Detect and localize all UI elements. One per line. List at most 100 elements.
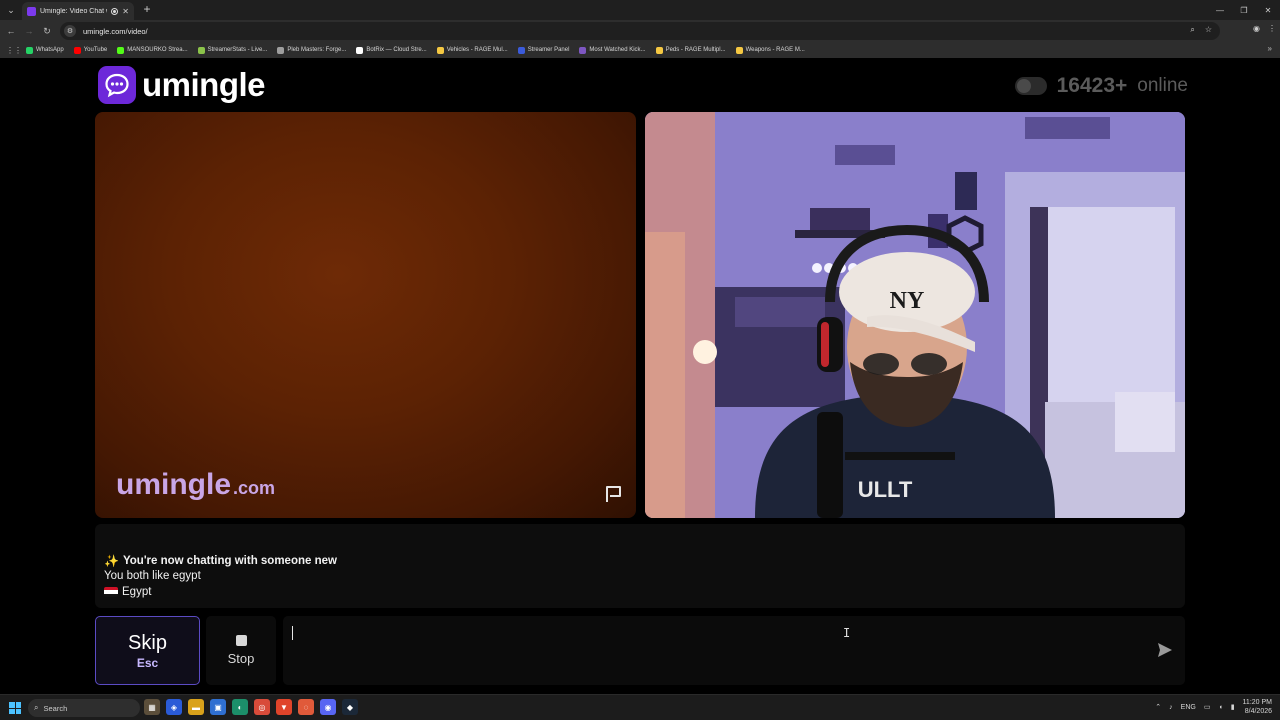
back-arrow-icon[interactable]: ← [4, 24, 18, 38]
stranger-video: umingle .com [95, 112, 636, 518]
message-input[interactable]: I [283, 616, 1185, 685]
mouse-cursor-icon: I [843, 626, 851, 640]
bookmark-label: Most Watched Kick... [589, 47, 646, 53]
bookmark-item[interactable]: WhatsApp [24, 46, 66, 54]
system-message-new-chat: ✨ You're now chatting with someone new [104, 554, 337, 568]
discord-icon[interactable]: ◉ [320, 699, 336, 715]
language-indicator[interactable]: ENG [1181, 704, 1196, 711]
theme-toggle[interactable] [1014, 77, 1047, 95]
bookmark-item[interactable]: MANSOURKO Strea... [115, 46, 189, 54]
umingle-page: umingle 16423+ online umingle .com NY UL… [0, 58, 1280, 694]
bookmark-label: MANSOURKO Strea... [127, 47, 188, 53]
send-icon[interactable] [1156, 641, 1174, 659]
tray-overflow-icon[interactable]: ⌃ [1155, 703, 1161, 711]
restore-icon[interactable]: ❐ [1232, 0, 1256, 20]
message-text: Egypt [122, 586, 152, 598]
stop-icon [235, 635, 247, 646]
bookmark-item[interactable]: BotRix — Cloud Stre... [354, 46, 428, 54]
browser-tab-umingle[interactable]: Umingle: Video Chat with S ✕ [22, 2, 134, 20]
online-indicator: 16423+ online [1014, 74, 1188, 98]
bookmark-label: Vehicles - RAGE Mul... [446, 47, 508, 53]
file-explorer-icon[interactable]: ▬ [188, 699, 204, 715]
site-info-icon[interactable]: ⚙ [64, 25, 76, 37]
microphone-icon[interactable]: ♪ [1169, 704, 1173, 711]
bookmark-label: BotRix — Cloud Stre... [366, 47, 427, 53]
webcam-scene-image: NY ULLT [645, 112, 1185, 518]
browser-tab-strip: ⌄ Umingle: Video Chat with S ✕ + — ❐ ✕ [0, 0, 1280, 20]
chat-log: ✨ You're now chatting with someone new Y… [95, 524, 1185, 608]
bookmark-favicon-icon [655, 46, 663, 54]
sparkle-icon: ✨ [104, 554, 119, 568]
tab-close-icon[interactable]: ✕ [122, 7, 129, 16]
bookmark-label: Peds - RAGE Multipl... [665, 47, 726, 53]
message-text: You both like egypt [104, 570, 201, 582]
bookmark-item[interactable]: Pleb Masters: Forge... [275, 46, 348, 54]
zoom-icon[interactable]: ⌕ [1190, 25, 1194, 35]
clock-time: 11:20 PM [1242, 699, 1272, 706]
copilot-icon[interactable]: ◈ [166, 699, 182, 715]
skip-shortcut-key: Esc [136, 655, 159, 670]
umingle-logo[interactable]: umingle [98, 66, 266, 104]
bookmark-item[interactable]: StreamerStats - Live... [196, 46, 270, 54]
browser-toolbar: ← → ↻ ⚙ umingle.com/video/ ⌕ ☆ ◉ ⋮ [0, 20, 1280, 42]
bookmarks-bar: ⋮⋮ WhatsApp YouTube MANSOURKO Strea... Stre… [0, 42, 1280, 58]
chat-bubble-logo-icon [98, 66, 136, 104]
text-caret [292, 626, 293, 640]
network-icon[interactable]: ▭ [1204, 703, 1211, 711]
forward-arrow-icon[interactable]: → [22, 24, 36, 38]
apps-grid-icon[interactable]: ⋮⋮ [6, 46, 22, 55]
close-window-icon[interactable]: ✕ [1256, 0, 1280, 20]
bookmark-favicon-icon [73, 46, 81, 54]
online-label: online [1137, 75, 1188, 96]
bookmark-item[interactable]: Weapons - RAGE M... [734, 46, 807, 54]
system-clock[interactable]: 11:20 PM 8/4/2026 [1243, 698, 1272, 716]
store-icon[interactable]: ▣ [210, 699, 226, 715]
tab-search-icon[interactable]: ⌄ [4, 3, 18, 17]
bookmark-label: Streamer Panel [527, 47, 570, 53]
screen-capture-icon[interactable]: ◌ [298, 699, 314, 715]
windows-taskbar: ⌕ Search ▦ ◈ ▬ ▣ ◐ ◎ ▼ ◌ ◉ ◆ ⌃ ♪ ENG ▭ ◖… [0, 694, 1280, 720]
bookmark-item[interactable]: Streamer Panel [516, 46, 572, 54]
watermark-domain: .com [233, 478, 276, 498]
minimize-icon[interactable]: — [1208, 0, 1232, 20]
windows-start-icon[interactable] [9, 702, 21, 714]
skip-button[interactable]: Skip Esc [95, 616, 200, 685]
skip-label: Skip [128, 631, 167, 654]
new-tab-button[interactable]: + [140, 2, 154, 16]
report-flag-icon[interactable] [604, 484, 624, 504]
bookmark-item[interactable]: Peds - RAGE Multipl... [654, 46, 728, 54]
bookmark-favicon-icon [735, 46, 743, 54]
widgets-icon[interactable]: ▦ [144, 699, 160, 715]
steam-icon[interactable]: ◆ [342, 699, 358, 715]
address-bar[interactable]: ⚙ umingle.com/video/ ⌕ ☆ [60, 22, 1220, 40]
taskbar-search[interactable]: ⌕ Search [28, 699, 140, 717]
browser-menu-icon[interactable]: ⋮ [1268, 24, 1276, 33]
stop-label: Stop [227, 651, 255, 666]
bookmark-item[interactable]: YouTube [72, 46, 110, 54]
bookmark-star-icon[interactable]: ☆ [1205, 25, 1212, 35]
bookmark-label: Weapons - RAGE M... [745, 47, 805, 53]
bookmark-item[interactable]: Vehicles - RAGE Mul... [435, 46, 510, 54]
svg-text:NY: NY [890, 288, 925, 314]
stop-button[interactable]: Stop [206, 616, 276, 685]
bookmark-label: YouTube [83, 47, 108, 53]
chrome-icon[interactable]: ◎ [254, 699, 270, 715]
volume-icon[interactable]: ◖ [1218, 704, 1222, 711]
bookmark-item[interactable]: Most Watched Kick... [577, 46, 647, 54]
url-text[interactable]: umingle.com/video/ [83, 27, 148, 36]
edge-icon[interactable]: ◐ [232, 699, 248, 715]
bookmark-favicon-icon [579, 46, 587, 54]
clock-date: 8/4/2026 [1244, 708, 1272, 715]
bookmark-favicon-icon [277, 46, 285, 54]
svg-text:ULLT: ULLT [858, 477, 913, 502]
bookmark-favicon-icon [517, 46, 525, 54]
bookmark-label: StreamerStats - Live... [207, 47, 268, 53]
reload-icon[interactable]: ↻ [40, 24, 54, 38]
brave-icon[interactable]: ▼ [276, 699, 292, 715]
bookmark-favicon-icon [197, 46, 205, 54]
battery-icon[interactable]: ▮ [1231, 703, 1235, 711]
bookmark-label: WhatsApp [36, 47, 64, 53]
profile-icon[interactable]: ◉ [1253, 24, 1260, 33]
tab-title: Umingle: Video Chat with S [40, 7, 107, 15]
bookmarks-overflow-icon[interactable]: » [1268, 44, 1272, 53]
